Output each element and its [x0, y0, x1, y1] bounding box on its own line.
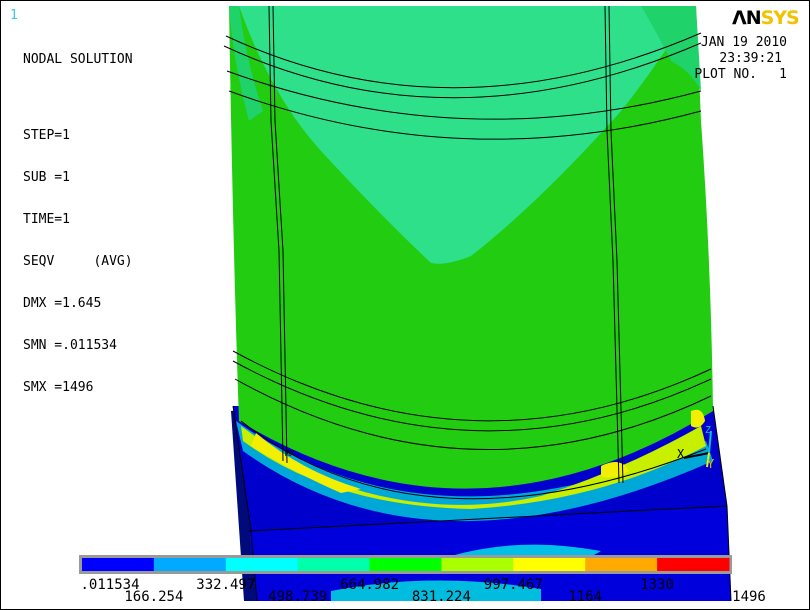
legend-color-band	[585, 558, 658, 571]
legend-color-band	[441, 558, 514, 571]
legend-color-band	[657, 558, 730, 571]
legend-value-label: 1164	[568, 589, 603, 605]
legend-value-label: 1330	[640, 577, 674, 593]
legend-color-band	[513, 558, 586, 571]
legend-value-label: 997.467	[483, 577, 543, 593]
legend-color-band	[369, 558, 442, 571]
legend-value-label: 831.224	[411, 589, 471, 605]
legend-color-band	[82, 558, 155, 571]
legend-value-label: 332.497	[196, 577, 256, 593]
legend-value-label: 498.739	[268, 589, 328, 605]
legend-color-band	[153, 558, 227, 571]
legend-value-label: 166.254	[124, 589, 184, 605]
legend-value-label: 664.982	[340, 577, 400, 593]
legend-value-label: 1496	[732, 589, 766, 605]
legend-color-band	[297, 558, 371, 571]
legend-color-band	[225, 558, 299, 571]
graphics-window[interactable]: 1 NODAL SOLUTION STEP=1 SUB =1 TIME=1 SE…	[0, 0, 810, 610]
contour-legend-bar	[79, 555, 732, 574]
